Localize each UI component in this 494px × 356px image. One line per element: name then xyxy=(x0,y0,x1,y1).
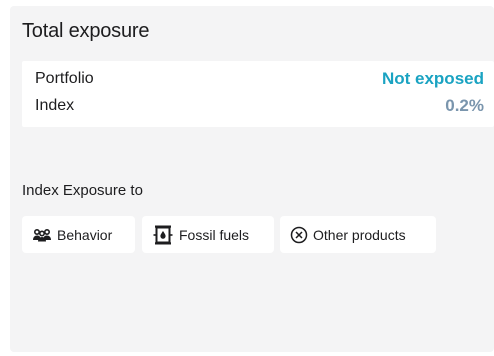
chip-label: Other products xyxy=(313,226,406,243)
chip-other-products[interactable]: Other products xyxy=(280,216,436,253)
exposure-label: Portfolio xyxy=(35,70,94,87)
exposure-label: Index xyxy=(35,97,75,114)
index-exposure-label: Index Exposure to xyxy=(22,182,143,199)
total-exposure-card: Total exposure Portfolio Not exposed Ind… xyxy=(10,6,494,352)
exposure-row-portfolio: Portfolio Not exposed xyxy=(35,68,484,90)
exposure-table: Portfolio Not exposed Index 0.2% xyxy=(22,61,494,127)
chip-fossil-fuels[interactable]: Fossil fuels xyxy=(142,216,274,253)
chip-label: Behavior xyxy=(57,226,113,243)
card-title: Total exposure xyxy=(22,20,150,42)
exposure-row-index: Index 0.2% xyxy=(35,95,484,117)
chip-label: Fossil fuels xyxy=(179,226,250,243)
exposure-value: 0.2% xyxy=(445,96,484,115)
oil-barrel-icon xyxy=(152,224,174,246)
exposure-value: Not exposed xyxy=(381,69,484,88)
chip-behavior[interactable]: Behavior xyxy=(22,216,135,253)
circle-x-icon xyxy=(290,226,308,244)
people-group-icon xyxy=(32,228,52,242)
